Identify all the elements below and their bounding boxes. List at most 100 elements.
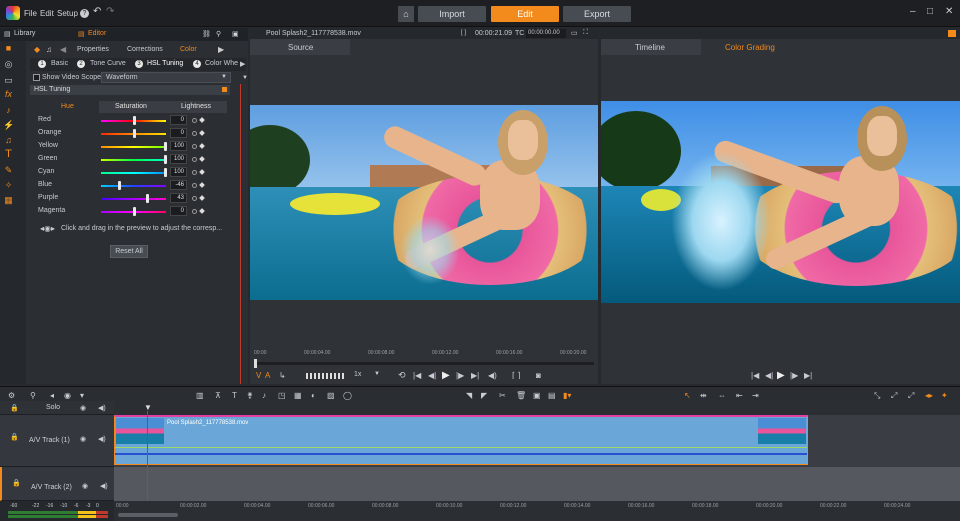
slider-thumb[interactable] <box>132 129 136 138</box>
zoom-in-icon[interactable]: ⤢ <box>891 391 897 401</box>
slider-track[interactable] <box>101 198 166 200</box>
tab-timeline[interactable]: Timeline <box>601 39 701 55</box>
solo-label[interactable]: Solo <box>46 404 60 411</box>
track-1-lane[interactable]: Pool Splash2_117778538.mov <box>114 415 960 467</box>
reset-circle-icon[interactable] <box>192 131 197 136</box>
track-1-speaker-icon[interactable]: ◀) <box>98 435 106 443</box>
stabilize-icon[interactable]: ◯ <box>343 391 352 400</box>
slider-value-field[interactable]: 100 <box>170 167 187 177</box>
timeline-ruler-bottom[interactable]: 00:00 00:00:02.00 00:00:04.00 00:00:06.00 00… <box>114 501 960 521</box>
motion-icon[interactable]: ✎ <box>3 165 14 176</box>
keyframe-diamond-icon[interactable] <box>199 208 205 214</box>
maximize-timeline-icon[interactable]: ⤢ <box>908 391 914 401</box>
title-icon[interactable]: T <box>3 149 14 160</box>
subtab-color-wheel[interactable]: Color Whe <box>205 60 238 67</box>
auto-scroll-icon[interactable]: ◂▸ <box>925 391 933 400</box>
reset-circle-icon[interactable] <box>192 170 197 175</box>
link-icon[interactable]: ⛓ <box>202 30 211 38</box>
lock-icon[interactable]: 🔒 <box>10 404 19 412</box>
hsl-tab-lightness[interactable]: Lightness <box>181 103 211 110</box>
color-match-icon[interactable]: ◐ <box>311 391 316 400</box>
go-end-icon[interactable]: ▶| <box>471 371 479 380</box>
title-tool-icon[interactable]: T <box>232 391 237 400</box>
slider-value-field[interactable]: 0 <box>170 115 187 125</box>
import-button[interactable]: Import <box>418 6 486 22</box>
menu-edit[interactable]: Edit <box>40 9 54 18</box>
timeline-settings-icon[interactable]: ⚙ <box>8 391 15 400</box>
track-1-label[interactable]: A/V Track (1) <box>29 437 70 444</box>
track-1-lock-icon[interactable]: 🔒 <box>10 433 19 441</box>
media-icon[interactable]: ■ <box>3 43 14 54</box>
keyframe-diamond-icon[interactable] <box>199 156 205 162</box>
library-icon[interactable]: ▤ <box>4 30 11 38</box>
color-wheel-icon[interactable]: ◎ <box>3 59 14 70</box>
home-button[interactable]: ⌂ <box>398 6 414 22</box>
slider-value-field[interactable]: 0 <box>170 206 187 216</box>
menu-file[interactable]: File <box>24 9 37 18</box>
slide-tool-icon[interactable]: ⇔ <box>718 391 726 400</box>
reset-circle-icon[interactable] <box>192 118 197 123</box>
track-2-eye-icon[interactable]: ◉ <box>82 482 88 490</box>
slider-thumb[interactable] <box>146 194 150 203</box>
source-tab[interactable]: Source <box>250 39 350 55</box>
scroll-down-icon[interactable]: ▼ <box>242 75 248 81</box>
slider-track[interactable] <box>101 146 166 148</box>
track-1-header[interactable]: 🔒 A/V Track (1) ◉ ◀) <box>0 415 114 467</box>
preview-step-forward-icon[interactable]: |▶ <box>790 371 798 380</box>
overlay-icon[interactable]: ▭ <box>3 75 14 86</box>
source-ruler[interactable]: 00:00 00:00:04.00 00:00:08.00 00:00:12.0… <box>250 346 598 358</box>
ripple-icon[interactable]: ◉ <box>64 391 71 400</box>
audio-tab-icon[interactable]: ♫ <box>46 45 52 54</box>
keyframe-diamond-icon[interactable] <box>199 195 205 201</box>
reset-circle-icon[interactable] <box>192 157 197 162</box>
source-playhead[interactable] <box>254 359 257 368</box>
reset-all-button[interactable]: Reset All <box>110 245 148 258</box>
slider-value-field[interactable]: 100 <box>170 154 187 164</box>
video-scope-checkbox[interactable] <box>33 74 40 81</box>
audio-icon[interactable]: ♫ <box>3 135 14 146</box>
preview-go-start-icon[interactable]: |◀ <box>751 371 759 380</box>
menu-setup[interactable]: Setup <box>57 9 78 18</box>
track-2-lock-icon[interactable]: 🔒 <box>12 479 21 487</box>
help-icon[interactable]: ? <box>80 9 89 18</box>
effects-icon[interactable]: ✧ <box>3 180 14 191</box>
graded-video-frame[interactable] <box>601 101 960 303</box>
tab-prev-icon[interactable]: ◀ <box>60 45 66 54</box>
mark-in-icon[interactable]: V <box>256 371 261 380</box>
timeline-scrollbar[interactable] <box>118 513 178 517</box>
playback-speed[interactable]: 1x <box>354 371 361 378</box>
reset-circle-icon[interactable] <box>192 209 197 214</box>
trim-tool-icon[interactable]: ⇹ <box>700 391 707 400</box>
volume-icon[interactable]: ◀) <box>488 371 497 380</box>
filter-icon[interactable]: ⊼ <box>215 391 221 400</box>
editor-icon[interactable]: ▤ <box>78 30 85 38</box>
slider-value-field[interactable]: 43 <box>170 193 187 203</box>
scorefitter-icon[interactable]: ♪ <box>262 391 266 400</box>
go-start-icon[interactable]: |◀ <box>413 371 421 380</box>
marker-next-icon[interactable]: ◤ <box>481 391 487 400</box>
track-1-eye-icon[interactable]: ◉ <box>80 435 86 443</box>
reset-circle-icon[interactable] <box>192 183 197 188</box>
timeline-ruler-top[interactable]: ▼ <box>114 401 960 415</box>
tab-next-icon[interactable]: ▶ <box>218 45 224 54</box>
marker-list-icon[interactable]: ▤ <box>548 391 556 400</box>
loop-icon[interactable]: ⟲ <box>398 370 406 381</box>
fx-icon[interactable]: fx <box>3 89 14 100</box>
reset-circle-icon[interactable] <box>192 144 197 149</box>
subtab-tone-curve[interactable]: Tone Curve <box>90 60 126 67</box>
tab-properties[interactable]: Properties <box>77 46 109 53</box>
subtab-hsl-tuning[interactable]: HSL Tuning <box>147 60 183 67</box>
track-2-header[interactable]: 🔒 A/V Track (2) ◉ ◀) <box>0 467 114 501</box>
keyframe-diamond-icon[interactable] <box>199 182 205 188</box>
step-back-icon[interactable]: ◀| <box>428 371 436 380</box>
marker-tool-icon[interactable]: ◥ <box>466 391 472 400</box>
edit-button[interactable]: Edit <box>491 6 559 22</box>
send-to-timeline-icon[interactable]: ↳ <box>279 371 286 380</box>
add-track-icon[interactable]: ◂ <box>50 391 54 400</box>
track-options-icon[interactable]: ▾ <box>80 391 84 400</box>
timeline-playhead[interactable] <box>147 411 148 511</box>
speed-dropdown-icon[interactable]: ▼ <box>374 371 380 377</box>
step-forward-icon[interactable]: |▶ <box>456 371 464 380</box>
keyframe-diamond-icon[interactable] <box>199 117 205 123</box>
slider-value-field[interactable]: -46 <box>170 180 187 190</box>
